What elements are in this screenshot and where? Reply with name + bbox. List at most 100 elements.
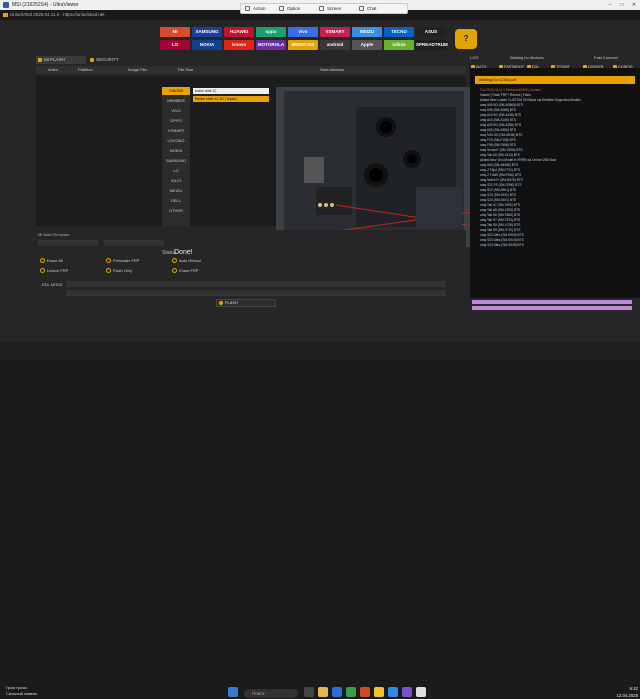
toolbar-action[interactable]: Action [253,6,266,11]
edge-icon[interactable] [332,687,342,697]
option-checkbox[interactable]: Flash Only [106,268,132,273]
toolbar-option[interactable]: Option [287,6,300,11]
log-line: umq S23 (SM-S911) BTS [480,193,516,197]
brand-button[interactable]: oppo [256,27,286,37]
brand-button[interactable]: lenovo [224,40,254,50]
options-panel: Mi flash Firmware Status Done! Erase All… [36,230,466,310]
brand-button[interactable]: Apple [352,40,382,50]
partition-table-header: Index Partition Image File File Size Sta… [36,66,466,74]
brand-button[interactable]: infinix [384,40,414,50]
tab-mi-flash[interactable]: MI FLASH [36,56,86,64]
maximize-button[interactable]: □ [616,0,628,10]
shield-icon [90,58,94,62]
toolbar-screen[interactable]: Screen [327,6,341,11]
weather-widget[interactable]: Гром грозы Сильный ливень [6,685,37,697]
flash-button[interactable]: FLASH [216,299,276,307]
firmware-select[interactable] [104,240,164,246]
firmware-label: Mi flash Firmware [38,232,70,237]
taskview-icon[interactable] [304,687,314,697]
action-icon [245,6,250,11]
right-topbar: LOG Waiting for devices Fast Connect [470,54,640,62]
brand-list-item[interactable]: MEIZU [162,187,190,195]
option-checkbox[interactable]: Auto Reboot [172,258,201,263]
brand-button[interactable]: LG [160,40,190,50]
brand-button[interactable]: TECNO [384,27,414,37]
brand-list-item[interactable]: SAMSUNG [162,157,190,165]
taskbar-search[interactable]: Поиск [244,689,298,698]
chat-icon [359,6,364,11]
brand-list-item[interactable]: MEMBER [162,97,190,105]
brand-button[interactable]: MEDIATEK [288,40,318,50]
brand-button[interactable]: VSMART [320,27,350,37]
brand-grid: MI SAMSUNG HUAWEI oppo vivo VSMART MEIZU TECNO A… [160,27,450,51]
log-line: umq Note10+ (SM-N976) BTS [480,178,523,182]
checkbox-label: Auto Reboot [179,258,202,263]
brand-button[interactable]: MOTOROLA [256,40,286,50]
help-button[interactable]: ? [455,29,477,49]
brand-list-item[interactable]: IOLIO [162,177,190,185]
checkbox-label: Erase All [47,258,63,263]
tab-label: MI FLASH [44,57,65,62]
option-icon [279,6,284,11]
log-line: umq Tab A9 (SM-X110) BTS [480,153,520,157]
brand-list-item[interactable]: XIAOMI [162,87,190,95]
brand-list-item[interactable]: DELL [162,197,190,205]
log-line: umq Tab A7 (SM-T500) BTS [480,203,520,207]
brand-list-item[interactable]: NOKIA [162,147,190,155]
start-icon[interactable] [228,687,238,697]
log-line: umq S21 FE (SM-G990) BTS [480,183,522,187]
model-search-input[interactable]: redmi note 12 [193,88,269,94]
toolbar-chat[interactable]: Chat [367,6,377,11]
main-tabs: MI FLASH SECURITY [36,56,156,64]
edl-mode-select[interactable] [66,281,446,287]
waiting-devices-text: Waiting for devices [510,55,544,60]
checkbox-icon [40,258,45,263]
checkbox-label: Preloader FRP [113,258,140,263]
flash-button-label: FLASH [225,300,238,305]
system-clock[interactable]: 6:42 12.04.2025 [594,685,638,699]
brand-button[interactable]: android [320,40,350,50]
ultraviewer-icon [3,2,9,8]
option-checkbox[interactable]: Unlock FRP [40,268,68,273]
telegram-icon[interactable] [388,687,398,697]
brand-list-item[interactable]: VIVO [162,107,190,115]
brand-button[interactable]: ASUS [416,27,446,37]
remote-window: MSI (216252S4) - UltraViewer – □ ✕ Unloc… [0,0,640,342]
brand-button[interactable]: MI [160,27,190,37]
clock-date: 12.04.2025 [616,693,638,698]
option-checkbox[interactable]: Erase All [40,258,63,263]
brand-list-item[interactable]: OTHER [162,207,190,215]
log-line: umq S23 Ultra (SM-S918) BTS [480,238,524,242]
viber-icon[interactable] [402,687,412,697]
explorer-icon[interactable] [318,687,328,697]
log-line: umq A25 5G (SM-A256) BTS [480,123,522,127]
brand-button[interactable]: MEIZU [352,27,382,37]
option-checkbox[interactable]: Preloader FRP [106,258,139,263]
log-line: Added New Vivo Model in FRRR via Online … [480,158,557,162]
firmware-input[interactable] [38,240,98,246]
app-icon[interactable] [360,687,370,697]
ultraviewer-icon[interactable] [416,687,426,697]
edl-file-input[interactable] [66,290,446,296]
option-checkbox[interactable]: Erase FRP [172,268,199,273]
store-icon[interactable] [346,687,356,697]
minimize-button[interactable]: – [604,0,616,10]
brand-list-item[interactable]: VSMART [162,127,190,135]
brand-list-item[interactable]: OPPO [162,117,190,125]
col-start-address: Start Address [320,67,345,72]
taskbar: Гром грозы Сильный ливень Поиск 6:42 12.… [0,342,640,698]
brand-button[interactable]: SAMSUNG [192,27,222,37]
chrome-icon[interactable] [374,687,384,697]
log-line: umq A15 5G (SM-A156) BTS [480,113,522,117]
brand-button[interactable]: vivo [288,27,318,37]
flash-icon [219,301,223,305]
brand-button[interactable]: NOKIA [192,40,222,50]
fast-connect-option[interactable]: Fast Connect [594,54,618,62]
brand-list-item[interactable]: LOVONG [162,137,190,145]
close-button[interactable]: ✕ [628,0,640,10]
model-selected-item[interactable]: Redmi Note 12 4G (Topaz) [193,96,269,102]
tab-security[interactable]: SECURITY [88,56,138,64]
brand-button[interactable]: SPREADTRUM [416,40,448,50]
brand-button[interactable]: HUAWEI [224,27,254,37]
brand-list-item[interactable]: LG [162,167,190,175]
